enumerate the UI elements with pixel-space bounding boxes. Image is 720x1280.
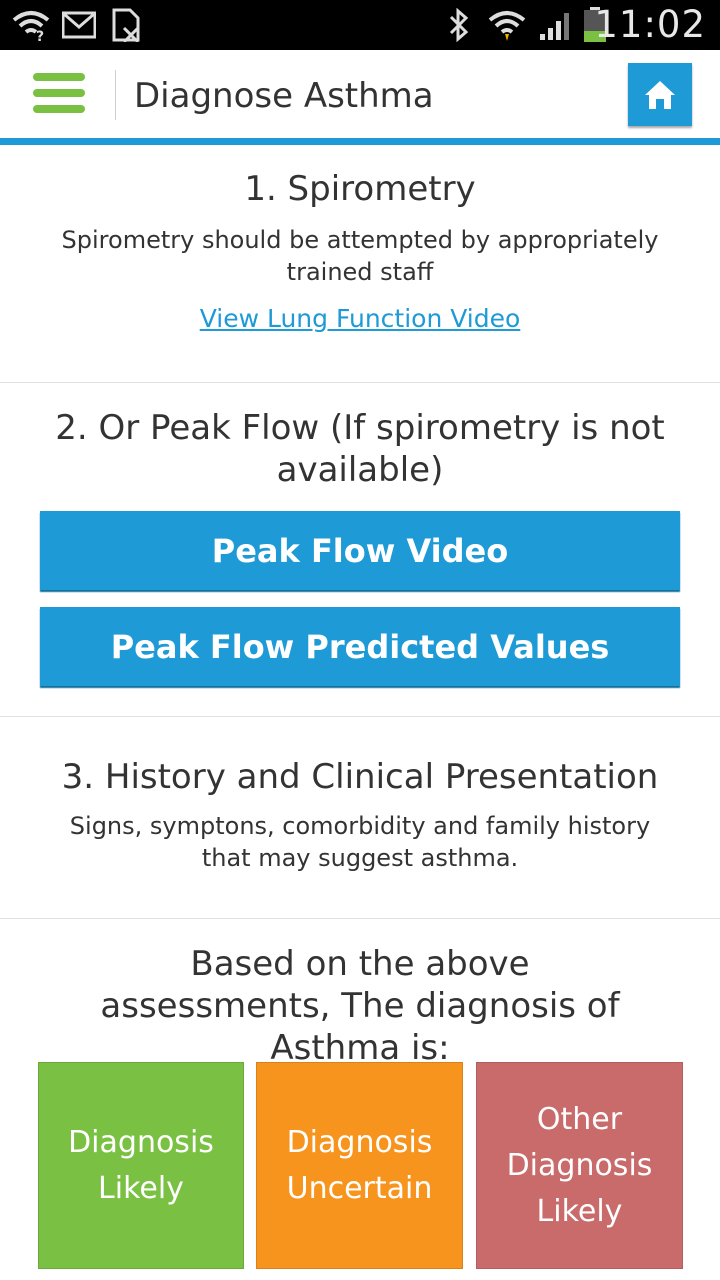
bluetooth-icon [448,8,470,42]
history-section: 3. History and Clinical Presentation Sig… [0,756,720,874]
divider [0,382,720,383]
home-icon [645,80,675,109]
divider [0,716,720,717]
spirometry-section: 1. Spirometry Spirometry should be attem… [0,168,720,333]
status-bar: ? 11:02 [0,0,720,50]
peak-flow-video-button[interactable]: Peak Flow Video [40,511,680,590]
app-header: Diagnose Asthma [0,50,720,138]
history-title: 3. History and Clinical Presentation [61,757,659,797]
divider [0,918,720,919]
tile-label: Diagnosis Likely [68,1124,214,1206]
peak-flow-title: 2. Or Peak Flow (If spirometry is not av… [55,408,665,490]
svg-text:?: ? [36,29,44,42]
other-diagnosis-likely-tile[interactable]: Other Diagnosis Likely [476,1062,683,1269]
wifi-alert-icon: ? [12,8,50,42]
history-text: Signs, symptons, comorbidity and family … [69,812,651,872]
status-time: 11:02 [594,3,706,46]
diagnosis-section: Based on the above assessments, The diag… [0,943,720,1069]
gmail-icon [62,8,96,42]
spirometry-text: Spirometry should be attempted by approp… [61,226,659,286]
spirometry-title: 1. Spirometry [244,169,476,209]
tile-label: Diagnosis Uncertain [286,1124,433,1206]
tile-label: Other Diagnosis Likely [506,1101,653,1229]
peak-flow-section: 2. Or Peak Flow (If spirometry is not av… [0,407,720,491]
header-divider [115,70,116,120]
header-underline [0,138,720,145]
diagnosis-likely-tile[interactable]: Diagnosis Likely [38,1062,244,1269]
diagnosis-uncertain-tile[interactable]: Diagnosis Uncertain [256,1062,463,1269]
no-sim-icon [112,8,142,42]
hamburger-menu-icon[interactable] [33,73,87,115]
wifi-icon [488,8,526,42]
peak-flow-predicted-values-button[interactable]: Peak Flow Predicted Values [40,607,680,686]
signal-icon [538,8,574,42]
page-title: Diagnose Asthma [134,76,434,116]
lung-function-video-link[interactable]: View Lung Function Video [200,304,521,333]
diagnosis-title: Based on the above assessments, The diag… [100,944,620,1068]
home-button[interactable] [628,63,692,126]
